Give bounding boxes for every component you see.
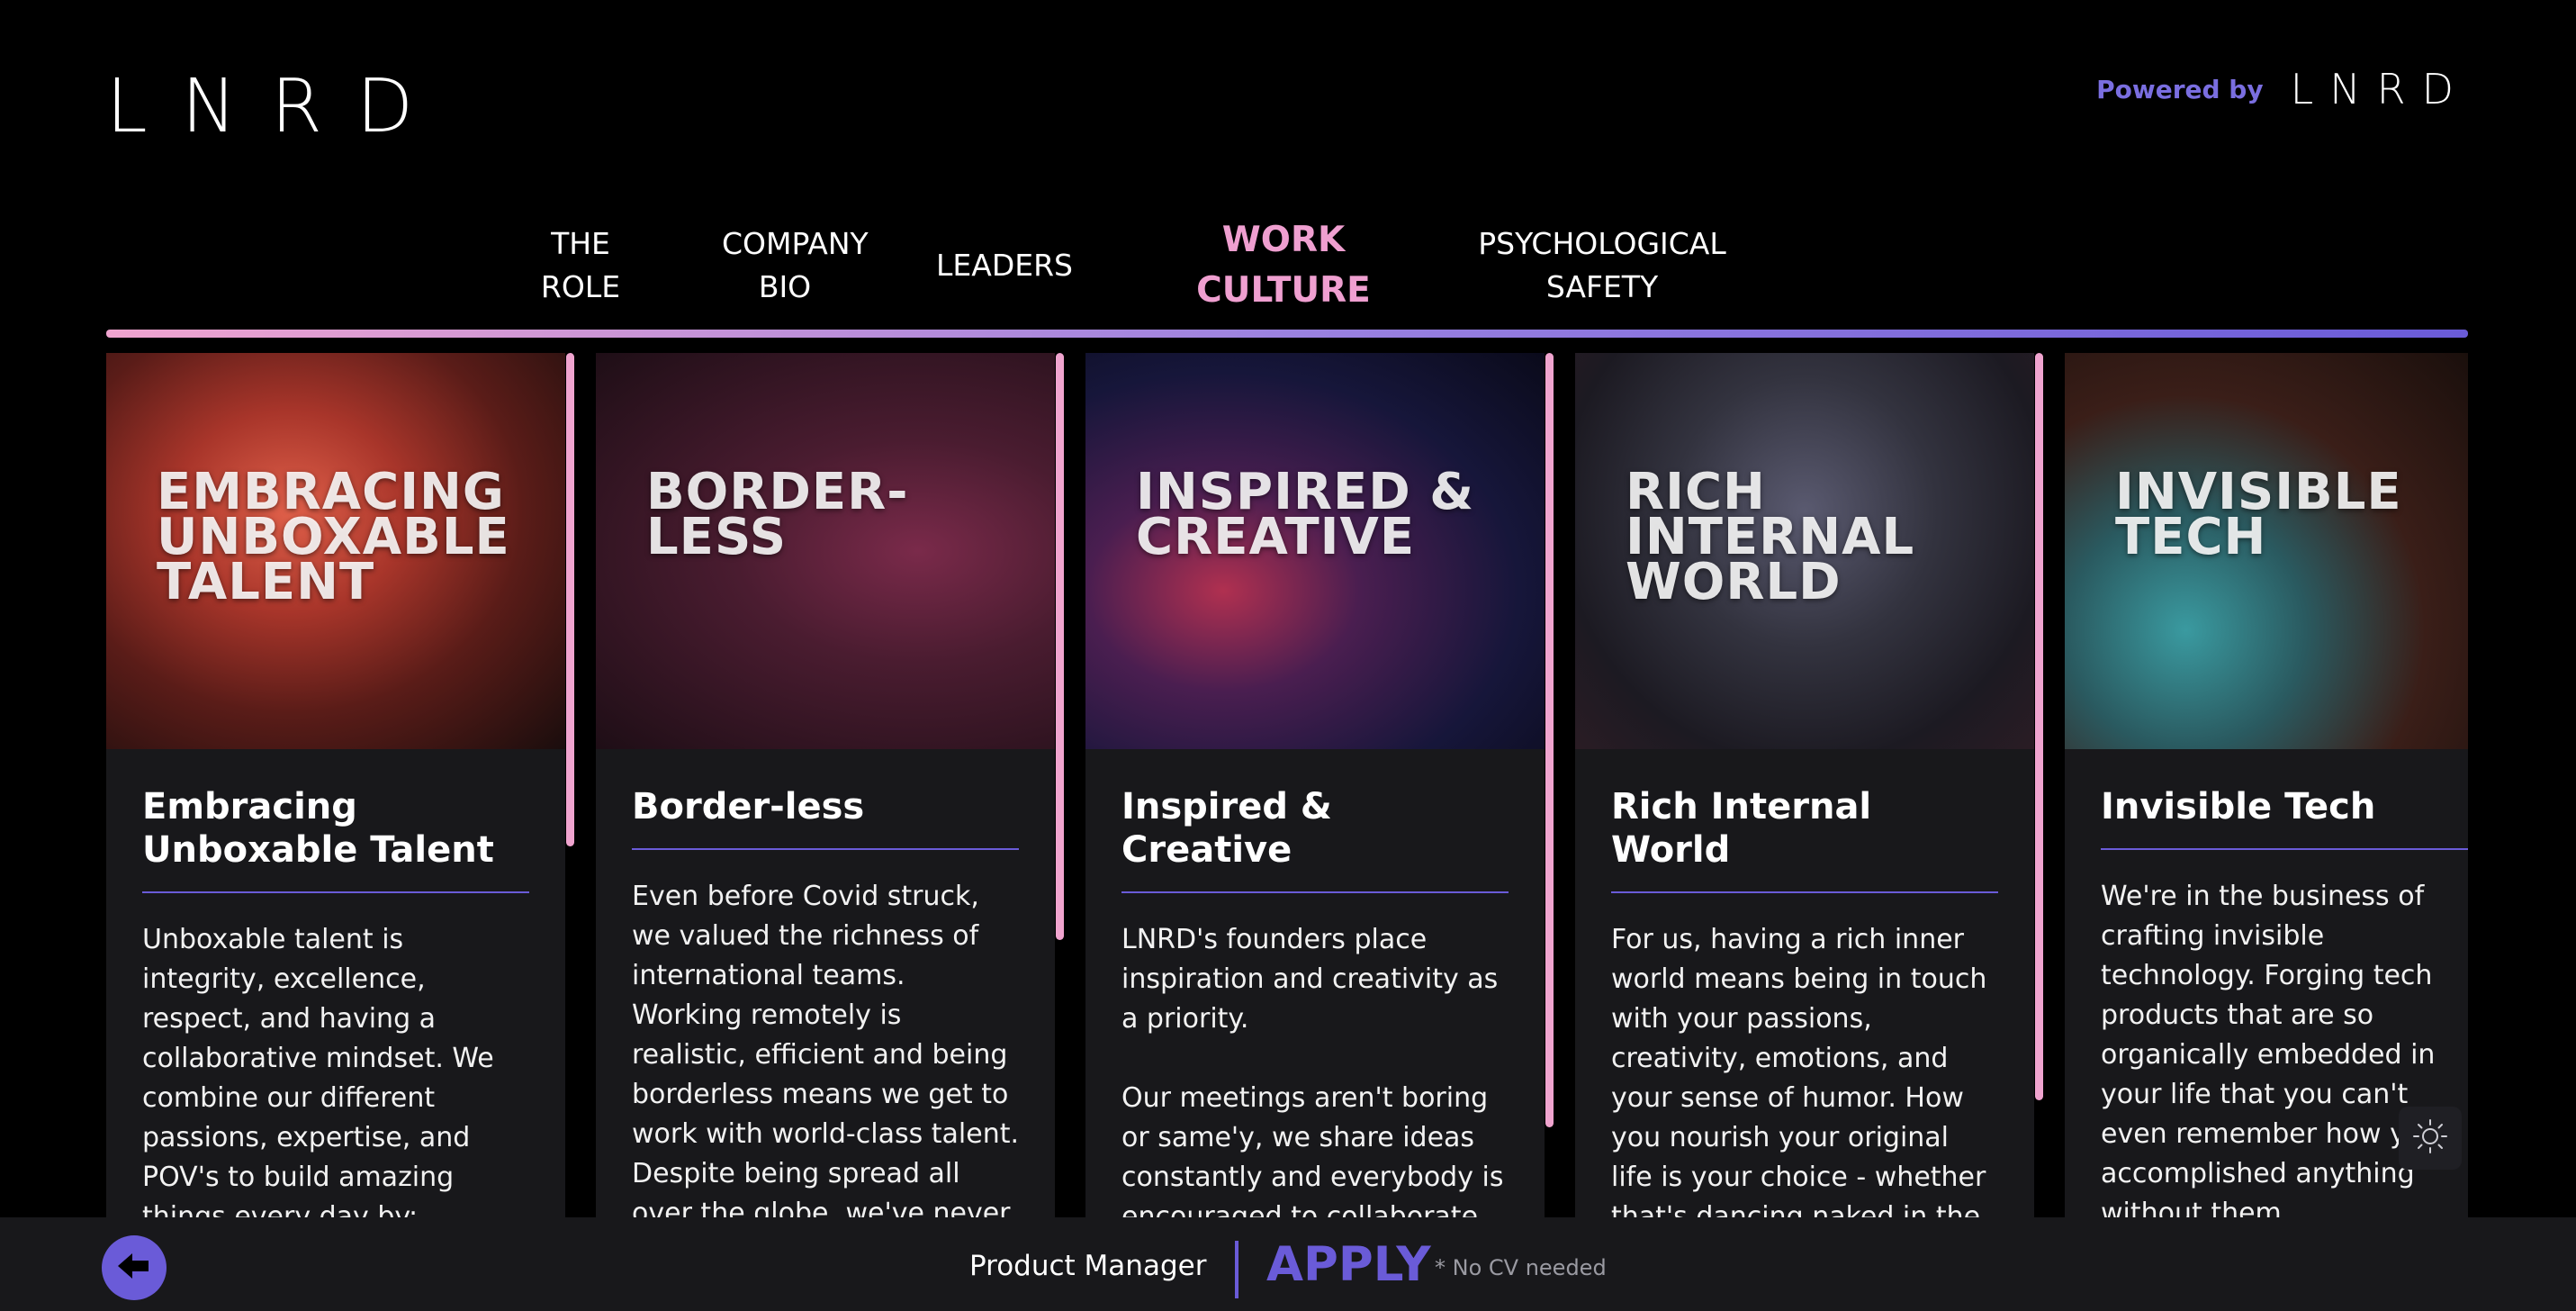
lnrd-logo[interactable]: LNRD [106, 70, 447, 144]
card-image-title: INVISIBLE TECH [2115, 463, 2402, 566]
card-border-less: BORDER- LESS Border-less Even before Cov… [596, 353, 1055, 1217]
card-title: Embracing Unboxable Talent [142, 785, 529, 893]
back-button[interactable] [102, 1235, 167, 1300]
card-image-title: BORDER- LESS [646, 463, 909, 566]
card-rich-internal-world: RICH INTERNAL WORLD Rich Internal World … [1575, 353, 2034, 1217]
sun-icon [2412, 1118, 2448, 1158]
card-image: EMBRACING UNBOXABLE TALENT [106, 353, 565, 749]
tab-leaders[interactable]: LEADERS [887, 244, 1121, 287]
card-scrollbar[interactable] [2035, 353, 2043, 1100]
card-invisible-tech: INVISIBLE TECH Invisible Tech We're in t… [2065, 353, 2468, 1217]
tab-work-culture[interactable]: WORK CULTURE [1166, 215, 1401, 316]
card-embracing-unboxable-talent: EMBRACING UNBOXABLE TALENT Embracing Unb… [106, 353, 565, 1217]
card-title: Rich Internal World [1611, 785, 1998, 893]
culture-cards: EMBRACING UNBOXABLE TALENT Embracing Unb… [106, 353, 2468, 1217]
card-image: INSPIRED & CREATIVE [1085, 353, 1545, 749]
section-progress-bar [106, 330, 2468, 338]
card-scrollbar[interactable] [1545, 353, 1554, 1127]
card-text: Even before Covid struck, we valued the … [632, 881, 1020, 1217]
card-image-title: RICH INTERNAL WORLD [1626, 463, 1915, 611]
powered-by-logo: LNRD [2290, 65, 2470, 113]
card-title: Border-less [632, 785, 1019, 850]
card-title: Invisible Tech [2101, 785, 2468, 850]
apply-button[interactable]: APPLY [1266, 1237, 1431, 1292]
card-image: RICH INTERNAL WORLD [1575, 353, 2034, 749]
cv-note: * No CV needed [1435, 1255, 1607, 1280]
card-inspired-creative: INSPIRED & CREATIVE Inspired & Creative … [1085, 353, 1545, 1217]
card-scrollbar[interactable] [1056, 353, 1064, 940]
card-title: Inspired & Creative [1121, 785, 1509, 893]
tab-company-bio[interactable]: COMPANY BIO [722, 222, 869, 309]
powered-by: Powered by LNRD [2096, 65, 2470, 113]
section-nav: THE ROLE COMPANY BIO LEADERS WORK CULTUR… [477, 216, 1737, 315]
footer-divider [1235, 1241, 1238, 1298]
tab-the-role[interactable]: THE ROLE [477, 222, 684, 309]
card-image: BORDER- LESS [596, 353, 1055, 749]
card-scrollbar[interactable] [566, 353, 574, 846]
theme-toggle-button[interactable] [2399, 1107, 2462, 1170]
card-image-title: INSPIRED & CREATIVE [1136, 463, 1475, 566]
card-image-title: EMBRACING UNBOXABLE TALENT [157, 463, 510, 611]
card-text: Unboxable talent is integrity, excellenc… [142, 924, 494, 1217]
card-image: INVISIBLE TECH [2065, 353, 2468, 749]
card-text: LNRD's founders place inspiration and cr… [1121, 924, 1504, 1217]
card-text: For us, having a rich inner world means … [1611, 924, 1987, 1217]
powered-by-label: Powered by [2096, 74, 2264, 104]
job-role-label: Product Manager [969, 1250, 1207, 1282]
tab-psychological-safety[interactable]: PSYCHOLOGICAL SAFETY [1467, 222, 1737, 309]
arrow-left-icon [116, 1251, 152, 1285]
